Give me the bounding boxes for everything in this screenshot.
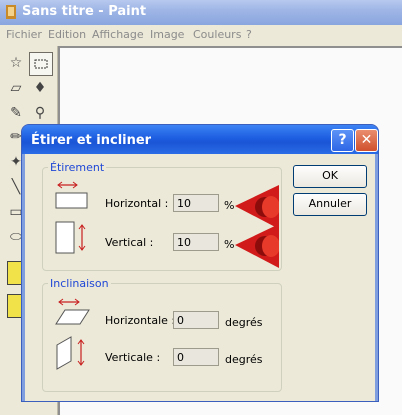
- menu-edition[interactable]: Edition: [48, 28, 86, 41]
- skew-horizontal-input[interactable]: 0: [173, 311, 219, 329]
- help-button[interactable]: ?: [331, 129, 354, 152]
- paint-app-icon: [3, 4, 19, 20]
- dialog-titlebar: Étirer et incliner ? ✕: [22, 125, 378, 154]
- vertical-stretch-icon: [55, 221, 86, 254]
- stretch-horizontal-label: Horizontal :: [105, 197, 169, 210]
- vertical-skew-icon: [56, 336, 85, 370]
- skew-horizontal-label: Horizontale :: [105, 314, 176, 327]
- stretch-vertical-input[interactable]: 10: [173, 233, 219, 251]
- menu-couleurs[interactable]: Couleurs: [193, 28, 241, 41]
- eraser-icon[interactable]: ▱: [5, 77, 27, 99]
- stretch-legend: Étirement: [50, 161, 105, 174]
- horizontal-skew-icon: [55, 298, 90, 325]
- fill-bucket-icon[interactable]: ♦: [29, 77, 51, 99]
- color-picker-icon[interactable]: ✎: [5, 102, 27, 124]
- menu-help[interactable]: ?: [246, 28, 252, 41]
- stretch-vertical-label: Vertical :: [105, 236, 154, 249]
- menu-affichage[interactable]: Affichage: [92, 28, 144, 41]
- free-select-icon[interactable]: ☆: [5, 52, 27, 74]
- close-button[interactable]: ✕: [355, 129, 378, 152]
- menu-fichier[interactable]: Fichier: [6, 28, 42, 41]
- cancel-button[interactable]: Annuler: [293, 193, 367, 216]
- menu-image[interactable]: Image: [150, 28, 184, 41]
- rect-select-icon[interactable]: [29, 52, 53, 76]
- skew-horizontal-unit: degrés: [225, 316, 263, 329]
- window-title: Sans titre - Paint: [22, 4, 147, 19]
- skew-vertical-unit: degrés: [225, 353, 263, 366]
- stretch-skew-dialog: Étirer et incliner ? ✕ Étirement Horizon…: [22, 125, 378, 401]
- skew-vertical-label: Verticale :: [105, 351, 161, 364]
- horizontal-stretch-icon: [55, 181, 88, 209]
- skew-vertical-input[interactable]: 0: [173, 348, 219, 366]
- skew-legend: Inclinaison: [50, 277, 109, 290]
- menu-bar: Fichier Edition Affichage Image Couleurs…: [0, 25, 402, 45]
- ok-button[interactable]: OK: [293, 165, 367, 188]
- window-titlebar: Sans titre - Paint: [0, 0, 402, 25]
- red-pointer-vertical-icon: [235, 224, 279, 268]
- dialog-title: Étirer et incliner: [31, 133, 152, 148]
- magnifier-icon[interactable]: ⚲: [29, 102, 51, 124]
- stretch-horizontal-input[interactable]: 10: [173, 194, 219, 212]
- dialog-body: Étirement Horizontal : 10 % Vertical : 1…: [25, 154, 375, 401]
